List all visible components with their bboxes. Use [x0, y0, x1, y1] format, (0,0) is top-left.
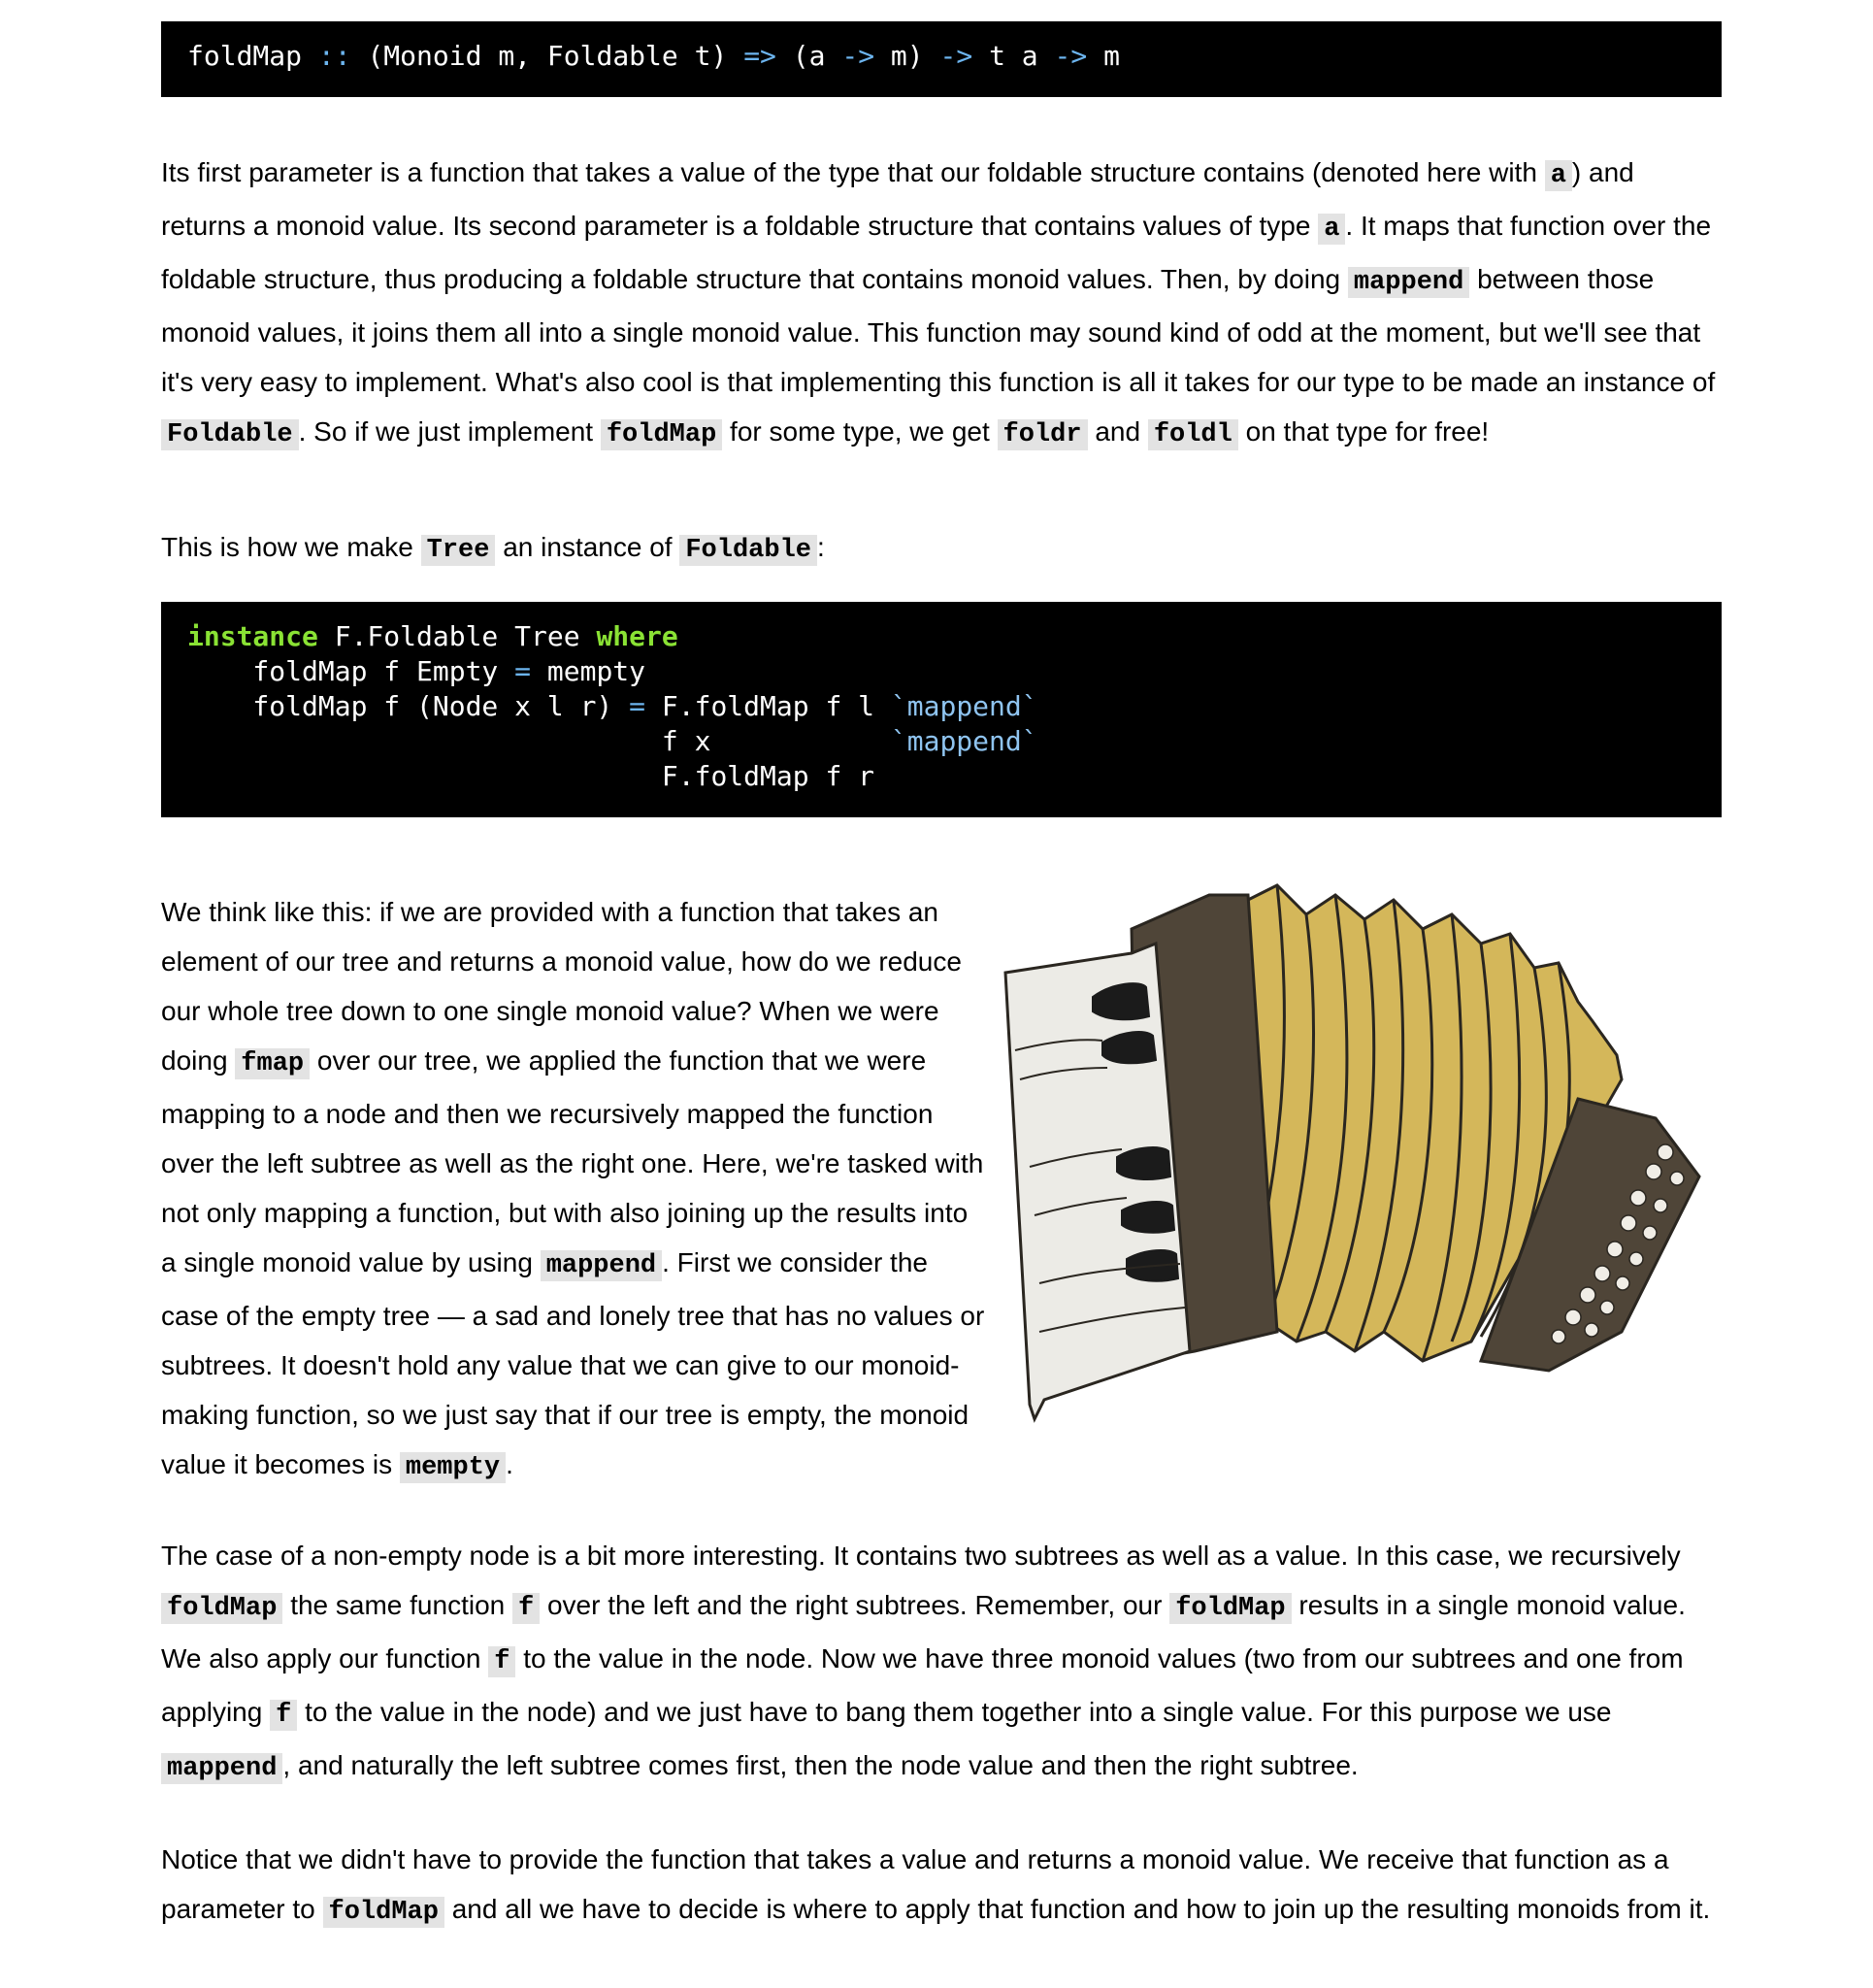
foldable-instance-code-block: instance F.Foldable Tree where foldMap f… [161, 602, 1722, 817]
code-infix-mappend: `mappend` [890, 725, 1038, 757]
code-text: foldMap f (Node x l r) [187, 690, 630, 722]
text: , and naturally the left subtree comes f… [282, 1750, 1359, 1780]
keyword-where: where [596, 620, 678, 652]
inline-code: foldMap [1169, 1593, 1292, 1624]
text: to the value in the node) and we just ha… [297, 1697, 1612, 1727]
inline-code: foldMap [600, 419, 723, 450]
text: over the left and the right subtrees. Re… [540, 1590, 1170, 1620]
code-text: F.foldMap f l [645, 690, 891, 722]
paragraph-tree-instance-intro: This is how we make Tree an instance of … [161, 522, 825, 576]
code-text: F.Foldable Tree [317, 620, 597, 652]
code-arg1: (a [792, 40, 826, 72]
text: . So if we just implement [298, 416, 601, 447]
code-return: m [1103, 40, 1120, 72]
code-equals: = [514, 655, 532, 687]
inline-code: mappend [1347, 267, 1470, 298]
code-type-sep: :: [317, 40, 351, 72]
inline-code: Tree [420, 535, 496, 566]
code-equals: = [629, 690, 646, 722]
text: and all we have to decide is where to ap… [444, 1894, 1711, 1924]
text: . [506, 1449, 513, 1479]
text: for some type, we get [722, 416, 998, 447]
code-arrow-3: -> [1054, 40, 1088, 72]
inline-code: foldl [1147, 419, 1238, 450]
code-fn-name: foldMap [187, 40, 303, 72]
text: The case of a non-empty node is a bit mo… [161, 1541, 1681, 1571]
inline-code: foldMap [161, 1593, 283, 1624]
code-text: F.foldMap f r [187, 760, 875, 792]
inline-code: f [512, 1593, 541, 1624]
code-text: foldMap f Empty [187, 655, 515, 687]
code-text: f x [187, 725, 891, 757]
code-arrow-2: -> [939, 40, 973, 72]
code-infix-mappend: `mappend` [890, 690, 1038, 722]
code-arg1b: m) [890, 40, 924, 72]
code-text: mempty [531, 655, 646, 687]
inline-code: Foldable [679, 535, 817, 566]
code-context-arrow: => [743, 40, 776, 72]
inline-code: Foldable [161, 419, 299, 450]
text: : [816, 532, 825, 562]
paragraph-empty-tree-case: We think like this: if we are provided w… [161, 887, 986, 1493]
paragraph-foldmap-explanation: Its first parameter is a function that t… [161, 148, 1722, 460]
inline-code: f [270, 1700, 298, 1731]
inline-code: foldMap [322, 1897, 444, 1928]
text: . First we consider the case of the empt… [161, 1247, 985, 1479]
type-signature-code-block: foldMap :: (Monoid m, Foldable t) => (a … [161, 21, 1722, 97]
paragraph-notice: Notice that we didn't have to provide th… [161, 1835, 1722, 1938]
code-arg2: t a [989, 40, 1038, 72]
code-arrow-1: -> [841, 40, 875, 72]
text: Its first parameter is a function that t… [161, 157, 1545, 187]
inline-code: a [1318, 214, 1346, 245]
keyword-instance: instance [187, 620, 318, 652]
text: This is how we make [161, 532, 421, 562]
text: an instance of [495, 532, 680, 562]
paragraph-non-empty-case: The case of a non-empty node is a bit mo… [161, 1531, 1722, 1794]
inline-code: foldr [997, 419, 1088, 450]
inline-code: fmap [235, 1048, 311, 1079]
inline-code: mappend [161, 1753, 283, 1784]
inline-code: mappend [540, 1250, 663, 1281]
code-context: (Monoid m, Foldable t) [367, 40, 728, 72]
text: over our tree, we applied the function t… [161, 1045, 984, 1277]
inline-code: mempty [399, 1452, 507, 1483]
accordion-icon [1003, 883, 1701, 1423]
inline-code: a [1544, 160, 1572, 191]
inline-code: f [488, 1646, 516, 1677]
text: on that type for free! [1237, 416, 1490, 447]
text: and [1087, 416, 1148, 447]
text: the same function [282, 1590, 512, 1620]
